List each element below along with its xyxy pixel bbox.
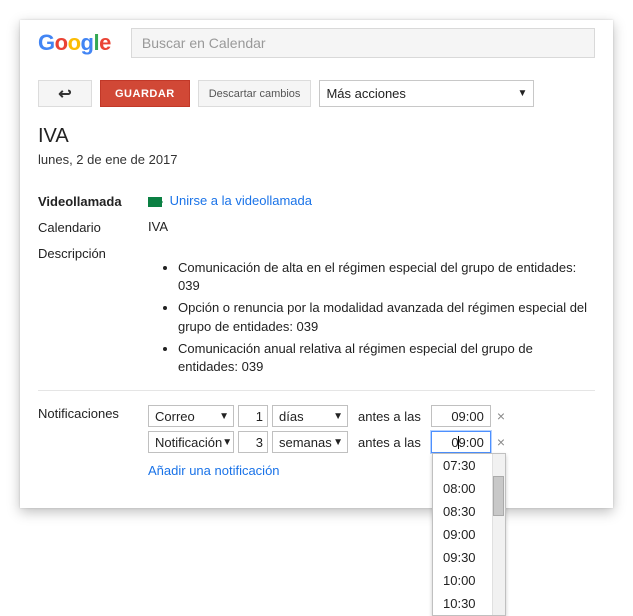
chevron-down-icon: ▼ [222, 437, 232, 448]
join-video-link[interactable]: Unirse a la videollamada [170, 193, 312, 208]
add-notification-link[interactable]: Añadir una notificación [148, 463, 280, 478]
chevron-down-icon: ▼ [333, 437, 343, 448]
chevron-down-icon: ▼ [333, 411, 343, 422]
remove-notification-button[interactable]: × [495, 408, 507, 424]
discard-button[interactable]: Descartar cambios [198, 80, 312, 107]
notifications-label: Notificaciones [38, 405, 148, 421]
event-date: lunes, 2 de ene de 2017 [38, 152, 595, 167]
back-button[interactable]: ↩ [38, 80, 92, 107]
event-title: IVA [38, 125, 595, 148]
description-item: Comunicación de alta en el régimen espec… [178, 259, 595, 295]
more-actions-label: Más acciones [326, 86, 405, 101]
notification-unit-select[interactable]: días▼ [272, 405, 348, 427]
scrollbar-track[interactable] [492, 454, 505, 615]
description-label: Descripción [38, 245, 148, 261]
scrollbar-thumb[interactable] [493, 476, 504, 516]
video-label: Videollamada [38, 193, 148, 209]
notification-row: Notificación▼ 3 semanas▼ antes a las 09:… [148, 431, 595, 453]
more-actions-select[interactable]: Más acciones ▼ [319, 80, 534, 107]
chevron-down-icon: ▼ [518, 88, 528, 99]
description-item: Opción o renuncia por la modalidad avanz… [178, 299, 595, 335]
before-at-label: antes a las [352, 435, 427, 450]
time-dropdown[interactable]: 07:30 08:00 08:30 09:00 09:30 10:00 10:3… [432, 453, 506, 616]
notification-time-input[interactable]: 09:00 [431, 431, 491, 453]
chevron-down-icon: ▼ [219, 411, 229, 422]
google-logo: Google [38, 30, 111, 56]
notification-method-select[interactable]: Notificación▼ [148, 431, 234, 453]
notification-method-select[interactable]: Correo▼ [148, 405, 234, 427]
search-input[interactable]: Buscar en Calendar [131, 28, 595, 58]
save-button[interactable]: GUARDAR [100, 80, 190, 107]
text-caret [458, 436, 459, 449]
description-list: Comunicación de alta en el régimen espec… [148, 259, 595, 376]
description-item: Comunicación anual relativa al régimen e… [178, 340, 595, 376]
before-at-label: antes a las [352, 409, 427, 424]
notification-qty-input[interactable]: 1 [238, 405, 268, 427]
calendar-label: Calendario [38, 219, 148, 235]
notification-unit-select[interactable]: semanas▼ [272, 431, 348, 453]
notification-row: Correo▼ 1 días▼ antes a las 09:00 × [148, 405, 595, 427]
remove-notification-button[interactable]: × [495, 434, 507, 450]
notification-time-input[interactable]: 09:00 [431, 405, 491, 427]
calendar-value: IVA [148, 219, 595, 235]
video-camera-icon [148, 197, 162, 207]
notification-qty-input[interactable]: 3 [238, 431, 268, 453]
